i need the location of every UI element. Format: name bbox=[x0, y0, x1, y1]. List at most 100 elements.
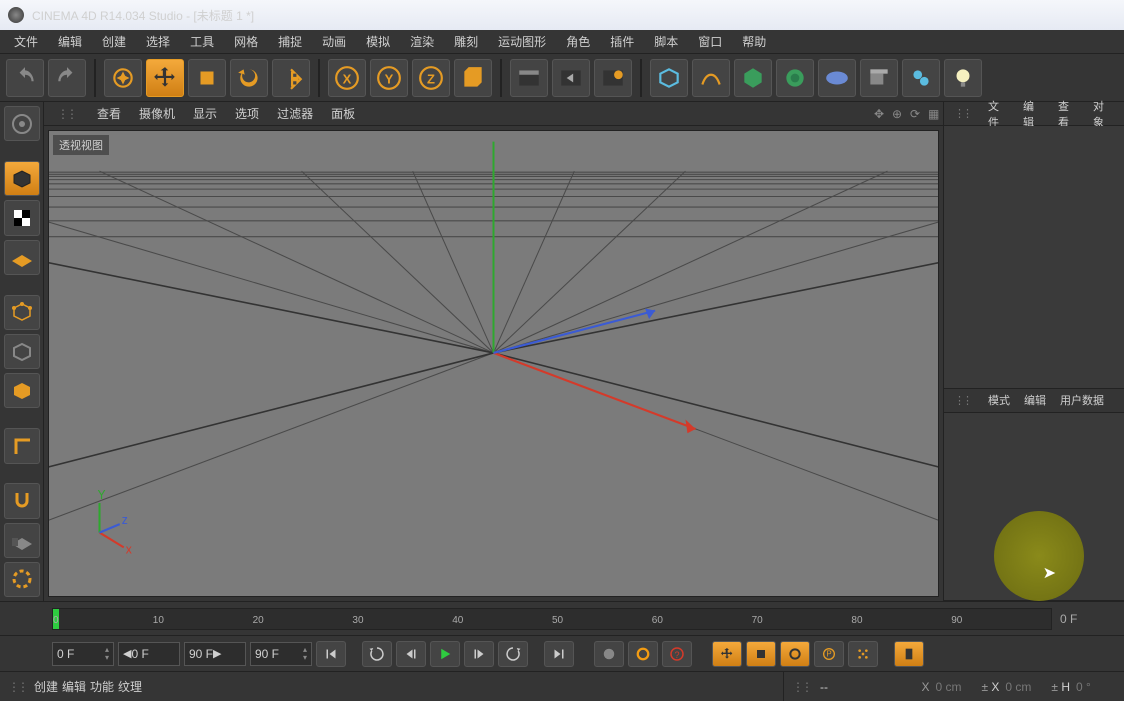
menu-sculpt[interactable]: 雕刻 bbox=[446, 31, 486, 52]
menu-render[interactable]: 渲染 bbox=[402, 31, 442, 52]
frame-preview-end-field[interactable]: 90 F ▶ bbox=[184, 642, 246, 666]
render-queue-button[interactable] bbox=[552, 59, 590, 97]
grip-icon[interactable] bbox=[792, 680, 814, 694]
menu-edit[interactable]: 编辑 bbox=[50, 31, 90, 52]
key-sel-button[interactable] bbox=[894, 641, 924, 667]
spline-button[interactable] bbox=[692, 59, 730, 97]
primitive-button[interactable] bbox=[650, 59, 688, 97]
render-view-button[interactable] bbox=[510, 59, 548, 97]
vp-nav-1-icon[interactable]: ✥ bbox=[867, 105, 883, 123]
menu-char[interactable]: 角色 bbox=[558, 31, 598, 52]
generator-button[interactable] bbox=[734, 59, 772, 97]
frame-current-field[interactable]: ◀ 0 F bbox=[118, 642, 180, 666]
record-button[interactable] bbox=[594, 641, 624, 667]
key-pla-button[interactable] bbox=[848, 641, 878, 667]
timeline[interactable]: 0 10 20 30 40 50 60 70 80 90 0 F bbox=[0, 601, 1124, 635]
workplane-button[interactable] bbox=[4, 240, 40, 275]
mat-tab-edit[interactable]: 编辑 bbox=[62, 678, 86, 695]
undo-button[interactable] bbox=[6, 59, 44, 97]
grip-icon[interactable] bbox=[948, 392, 980, 409]
vp-nav-3-icon[interactable]: ⟳ bbox=[903, 105, 919, 123]
vp-menu-filter[interactable]: 过滤器 bbox=[270, 103, 320, 124]
vp-menu-options[interactable]: 选项 bbox=[228, 103, 266, 124]
deformer-button[interactable] bbox=[776, 59, 814, 97]
menu-snap[interactable]: 捕捉 bbox=[270, 31, 310, 52]
menu-create[interactable]: 创建 bbox=[94, 31, 134, 52]
step-back-button[interactable] bbox=[396, 641, 426, 667]
z-axis-button[interactable]: Z bbox=[412, 59, 450, 97]
vp-menu-panel[interactable]: 面板 bbox=[324, 103, 362, 124]
menu-scripts[interactable]: 脚本 bbox=[646, 31, 686, 52]
environment-button[interactable] bbox=[818, 59, 856, 97]
perspective-viewport[interactable]: 透视视图 bbox=[48, 130, 939, 597]
coord-h-value[interactable]: 0 ° bbox=[1076, 680, 1116, 694]
render-settings-button[interactable] bbox=[594, 59, 632, 97]
vp-nav-4-icon[interactable]: ▦ bbox=[921, 105, 937, 123]
timeline-ruler[interactable]: 0 10 20 30 40 50 60 70 80 90 bbox=[52, 608, 1052, 630]
vp-menu-view[interactable]: 查看 bbox=[90, 103, 128, 124]
select-tool[interactable] bbox=[104, 59, 142, 97]
grip-icon[interactable] bbox=[948, 105, 980, 122]
menu-file[interactable]: 文件 bbox=[6, 31, 46, 52]
autokey-button[interactable] bbox=[628, 641, 658, 667]
snap-button[interactable] bbox=[4, 483, 40, 518]
move-tool[interactable] bbox=[146, 59, 184, 97]
axis-mode-button[interactable] bbox=[4, 428, 40, 463]
object-manager-body[interactable] bbox=[944, 126, 1124, 389]
coord-x-value[interactable]: 0 cm bbox=[935, 680, 975, 694]
y-axis-button[interactable]: Y bbox=[370, 59, 408, 97]
viewport-solo-button[interactable] bbox=[4, 562, 40, 597]
key-param-button[interactable]: P bbox=[814, 641, 844, 667]
menu-help[interactable]: 帮助 bbox=[734, 31, 774, 52]
menu-tools[interactable]: 工具 bbox=[182, 31, 222, 52]
frame-end-field[interactable]: 90 F▴▾ bbox=[250, 642, 312, 666]
camera-button[interactable] bbox=[860, 59, 898, 97]
coord-y-value[interactable]: 0 cm bbox=[1005, 680, 1045, 694]
rotate-tool[interactable] bbox=[230, 59, 268, 97]
grip-icon[interactable] bbox=[8, 680, 30, 694]
x-axis-button[interactable]: X bbox=[328, 59, 366, 97]
vp-nav-2-icon[interactable]: ⊕ bbox=[885, 105, 901, 123]
scale-tool[interactable] bbox=[188, 59, 226, 97]
key-pos-button[interactable] bbox=[712, 641, 742, 667]
play-button[interactable] bbox=[430, 641, 460, 667]
redo-button[interactable] bbox=[48, 59, 86, 97]
vp-menu-camera[interactable]: 摄像机 bbox=[132, 103, 182, 124]
key-rot-button[interactable] bbox=[780, 641, 810, 667]
point-mode-button[interactable] bbox=[4, 295, 40, 330]
menu-mesh[interactable]: 网格 bbox=[226, 31, 266, 52]
menu-plugins[interactable]: 插件 bbox=[602, 31, 642, 52]
light-button[interactable] bbox=[902, 59, 940, 97]
key-scale-button[interactable] bbox=[746, 641, 776, 667]
keyframe-help-button[interactable]: ? bbox=[662, 641, 692, 667]
mat-tab-texture[interactable]: 纹理 bbox=[118, 678, 142, 695]
texture-mode-button[interactable] bbox=[4, 200, 40, 235]
menu-anim[interactable]: 动画 bbox=[314, 31, 354, 52]
workplane-lock-button[interactable] bbox=[4, 523, 40, 558]
coord-sys-button[interactable] bbox=[454, 59, 492, 97]
go-start-button[interactable] bbox=[316, 641, 346, 667]
menu-window[interactable]: 窗口 bbox=[690, 31, 730, 52]
vp-menu-display[interactable]: 显示 bbox=[186, 103, 224, 124]
menu-sim[interactable]: 模拟 bbox=[358, 31, 398, 52]
make-editable-button[interactable] bbox=[4, 106, 40, 141]
mat-tab-func[interactable]: 功能 bbox=[90, 678, 114, 695]
tab-edit2[interactable]: 编辑 bbox=[1018, 390, 1052, 410]
next-key-button[interactable] bbox=[498, 641, 528, 667]
last-tool[interactable] bbox=[272, 59, 310, 97]
grip-icon[interactable] bbox=[50, 105, 86, 123]
tab-userdata[interactable]: 用户数据 bbox=[1054, 390, 1110, 410]
prev-key-button[interactable] bbox=[362, 641, 392, 667]
polygon-mode-button[interactable] bbox=[4, 373, 40, 408]
step-fwd-button[interactable] bbox=[464, 641, 494, 667]
attribute-manager-body[interactable] bbox=[944, 413, 1124, 601]
model-mode-button[interactable] bbox=[4, 161, 40, 196]
edge-mode-button[interactable] bbox=[4, 334, 40, 369]
tab-mode[interactable]: 模式 bbox=[982, 390, 1016, 410]
go-end-button[interactable] bbox=[544, 641, 574, 667]
menu-mograph[interactable]: 运动图形 bbox=[490, 31, 554, 52]
mat-tab-create[interactable]: 创建 bbox=[34, 678, 58, 695]
frame-start-field[interactable]: 0 F▴▾ bbox=[52, 642, 114, 666]
bulb-button[interactable] bbox=[944, 59, 982, 97]
menu-select[interactable]: 选择 bbox=[138, 31, 178, 52]
